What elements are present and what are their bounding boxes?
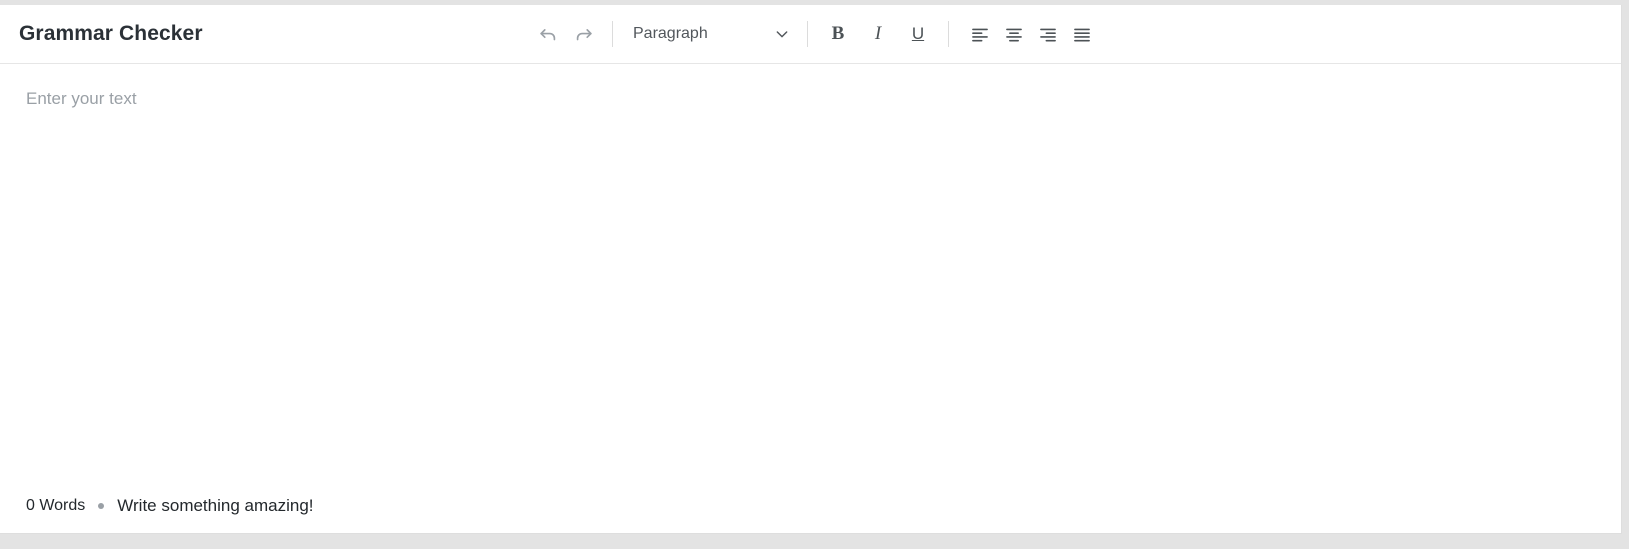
toolbar-separator-1 bbox=[612, 21, 613, 47]
editor-card: Grammar Checker Paragraph B I U Enter yo… bbox=[0, 5, 1622, 534]
undo-icon bbox=[537, 23, 559, 45]
redo-icon bbox=[573, 23, 595, 45]
italic-button[interactable]: I bbox=[862, 18, 894, 50]
bold-icon: B bbox=[831, 23, 845, 44]
page-title: Grammar Checker bbox=[19, 22, 203, 45]
undo-button[interactable] bbox=[530, 17, 566, 51]
block-style-select[interactable]: Paragraph bbox=[623, 17, 797, 51]
align-right-icon bbox=[1038, 24, 1058, 44]
underline-icon: U bbox=[911, 24, 925, 43]
alignment-group bbox=[963, 18, 1099, 50]
editor-status-bar: 0 Words Write something amazing! bbox=[0, 479, 1621, 533]
toolbar-separator-2 bbox=[807, 21, 808, 47]
redo-button[interactable] bbox=[566, 17, 602, 51]
editor-placeholder: Enter your text bbox=[26, 89, 137, 108]
separator-dot-icon bbox=[98, 503, 105, 509]
align-justify-icon bbox=[1072, 24, 1092, 44]
italic-icon: I bbox=[874, 23, 882, 44]
bold-button[interactable]: B bbox=[822, 18, 854, 50]
toolbar-separator-3 bbox=[948, 21, 949, 47]
text-editor-area[interactable]: Enter your text bbox=[0, 64, 1621, 479]
history-group bbox=[530, 17, 602, 51]
underline-button[interactable]: U bbox=[902, 18, 934, 50]
align-justify-button[interactable] bbox=[1065, 18, 1099, 50]
align-right-button[interactable] bbox=[1031, 18, 1065, 50]
grammar-checker-app: Grammar Checker Paragraph B I U Enter yo… bbox=[0, 0, 1629, 549]
editor-header: Grammar Checker Paragraph B I U bbox=[0, 5, 1621, 64]
chevron-down-icon bbox=[771, 26, 793, 42]
editor-toolbar: Paragraph B I U bbox=[530, 5, 1099, 63]
align-left-icon bbox=[970, 24, 990, 44]
align-left-button[interactable] bbox=[963, 18, 997, 50]
align-center-button[interactable] bbox=[997, 18, 1031, 50]
align-center-icon bbox=[1004, 24, 1024, 44]
word-count-label: 0 Words bbox=[26, 497, 86, 514]
block-style-value: Paragraph bbox=[633, 25, 708, 42]
status-message: Write something amazing! bbox=[117, 496, 314, 515]
